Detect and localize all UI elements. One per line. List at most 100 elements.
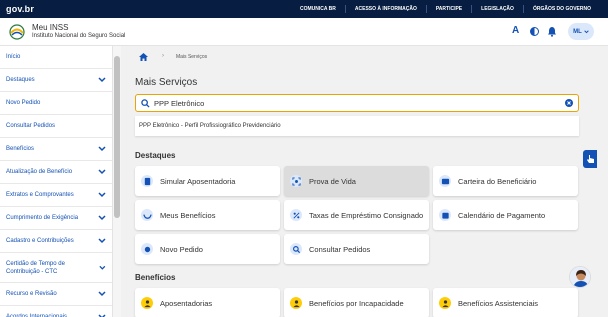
sidebar-item-label: Consultar Pedidos — [6, 123, 56, 129]
search-icon — [141, 99, 150, 108]
gov-link-legislacao[interactable]: LEGISLAÇÃO — [471, 5, 523, 13]
destaques-card[interactable]: Simular Aposentadoria — [135, 166, 280, 196]
clear-search-icon[interactable] — [565, 99, 573, 107]
user-initials: ML — [573, 28, 582, 35]
chevron-down-icon — [98, 238, 106, 244]
main-content: › Mais Serviços Mais Serviços PPP Eletrô… — [121, 46, 608, 317]
beneficios-card-label: Benefícios Assistenciais — [458, 298, 539, 308]
sidebar-scroll-thumb[interactable] — [114, 56, 120, 218]
search-value: PPP Eletrônico — [154, 99, 205, 108]
sidebar-item-label: Cadastro e Contribuições — [6, 238, 74, 244]
person-icon — [290, 297, 302, 309]
sidebar-item-label: Certidão de Tempo de Contribuição - CTC — [6, 260, 65, 275]
destaques-card-label: Simular Aposentadoria — [160, 176, 236, 186]
gov-link-orgaos[interactable]: ÓRGÃOS DO GOVERNO — [522, 5, 600, 13]
inss-logo-icon[interactable] — [8, 24, 26, 40]
sidebar-item-label: Recurso e Revisão — [6, 291, 57, 297]
chevron-down-icon — [98, 169, 106, 175]
face-scan-icon — [290, 175, 302, 187]
accessibility-button[interactable] — [583, 150, 597, 168]
govbr-logo[interactable]: gov.br — [6, 4, 34, 14]
gov-link-acesso[interactable]: ACESSO À INFORMAÇÃO — [344, 5, 426, 13]
beneficios-card[interactable]: Aposentadorias — [135, 288, 280, 317]
hand-pointer-icon — [586, 155, 594, 163]
gov-link-comunica[interactable]: COMUNICA BR — [291, 5, 345, 13]
destaques-card-label: Prova de Vida — [309, 176, 356, 186]
search-input[interactable]: PPP Eletrônico — [135, 94, 579, 112]
sidebar-item[interactable]: Cumprimento de Exigência — [0, 207, 112, 230]
chevron-down-icon — [584, 29, 589, 33]
chevron-down-icon — [98, 146, 106, 152]
user-avatar[interactable]: ML — [568, 23, 594, 40]
section-destaques-heading: Destaques — [135, 151, 176, 160]
destaques-card-label: Meus Benefícios — [160, 210, 216, 220]
destaques-card-label: Carteira do Beneficiário — [458, 176, 537, 186]
hands-icon — [141, 209, 153, 221]
beneficios-card[interactable]: Benefícios por Incapacidade — [284, 288, 429, 317]
breadcrumb-separator-icon: › — [162, 53, 164, 59]
destaques-card[interactable]: Meus Benefícios — [135, 200, 280, 230]
sidebar: Início Destaques Novo Pedido Consultar Pedi… — [0, 46, 113, 317]
chevron-down-icon — [98, 77, 106, 83]
beneficios-card-label: Benefícios por Incapacidade — [309, 298, 404, 308]
gov-links: COMUNICA BR ACESSO À INFORMAÇÃO PARTICIP… — [291, 0, 600, 18]
calculator-icon — [141, 175, 153, 187]
sidebar-item-label: Acordos Internacionais — [6, 314, 68, 317]
destaques-card-label: Taxas de Empréstimo Consignado — [309, 210, 424, 220]
app-header: Meu INSS Instituto Nacional do Seguro So… — [0, 18, 608, 46]
app-subtitle: Instituto Nacional do Seguro Social — [32, 33, 126, 39]
search-suggestion[interactable]: PPP Eletrônico - Perfil Profissiográfico… — [135, 116, 579, 136]
bell-icon[interactable] — [547, 26, 557, 37]
font-size-button[interactable]: A — [512, 25, 519, 36]
chevron-down-icon — [99, 265, 106, 270]
breadcrumb: Mais Serviços — [176, 54, 208, 60]
sidebar-item[interactable]: Novo Pedido — [0, 92, 112, 115]
destaques-card[interactable]: Carteira do Beneficiário — [433, 166, 578, 196]
app-title: Meu INSS — [32, 23, 69, 32]
percent-icon — [290, 209, 302, 221]
destaques-card-label: Calendário de Pagamento — [458, 210, 546, 220]
sidebar-item[interactable]: Cadastro e Contribuições — [0, 230, 112, 253]
sidebar-item[interactable]: Início — [0, 46, 112, 69]
sidebar-item-label: Início — [6, 54, 21, 60]
sidebar-item-label: Novo Pedido — [6, 100, 41, 106]
sidebar-item-label: Cumprimento de Exigência — [6, 215, 79, 221]
search-suggestion-label: PPP Eletrônico - Perfil Profissiográfico… — [139, 123, 281, 129]
plus-icon — [141, 243, 153, 255]
destaques-card[interactable]: Taxas de Empréstimo Consignado — [284, 200, 429, 230]
destaques-card-label: Novo Pedido — [160, 244, 203, 254]
sidebar-item[interactable]: Atualização de Benefício — [0, 161, 112, 184]
sidebar-item[interactable]: Acordos Internacionais — [0, 306, 112, 317]
sidebar-item[interactable]: Benefícios — [0, 138, 112, 161]
gov-link-participe[interactable]: PARTICIPE — [425, 5, 471, 13]
id-card-icon — [439, 175, 451, 187]
calendar-icon — [439, 209, 451, 221]
home-icon[interactable] — [139, 53, 148, 61]
virtual-assistant-avatar[interactable] — [569, 266, 591, 288]
section-beneficios-heading: Benefícios — [135, 273, 176, 282]
sidebar-item-label: Extratos e Comprovantes — [6, 192, 74, 198]
sidebar-item[interactable]: Certidão de Tempo de Contribuição - CTC — [0, 253, 112, 283]
page-title: Mais Serviços — [135, 77, 198, 88]
destaques-card-label: Consultar Pedidos — [309, 244, 371, 254]
sidebar-item-label: Atualização de Benefício — [6, 169, 73, 175]
sidebar-item[interactable]: Recurso e Revisão — [0, 283, 112, 306]
chevron-down-icon — [98, 215, 106, 221]
person-icon — [439, 297, 451, 309]
sidebar-item-label: Benefícios — [6, 146, 35, 152]
contrast-icon[interactable] — [530, 27, 539, 36]
chevron-down-icon — [98, 291, 106, 297]
beneficios-card[interactable]: Benefícios Assistenciais — [433, 288, 578, 317]
destaques-card[interactable]: Consultar Pedidos — [284, 234, 429, 264]
beneficios-card-label: Aposentadorias — [160, 298, 213, 308]
sidebar-item[interactable]: Consultar Pedidos — [0, 115, 112, 138]
chevron-down-icon — [98, 192, 106, 198]
destaques-card[interactable]: Calendário de Pagamento — [433, 200, 578, 230]
person-icon — [141, 297, 153, 309]
sidebar-item[interactable]: Destaques — [0, 69, 112, 92]
destaques-card[interactable]: Prova de Vida — [284, 166, 429, 196]
sidebar-item-label: Destaques — [6, 77, 35, 83]
gov-bar: gov.br COMUNICA BR ACESSO À INFORMAÇÃO P… — [0, 0, 608, 18]
destaques-card[interactable]: Novo Pedido — [135, 234, 280, 264]
sidebar-item[interactable]: Extratos e Comprovantes — [0, 184, 112, 207]
